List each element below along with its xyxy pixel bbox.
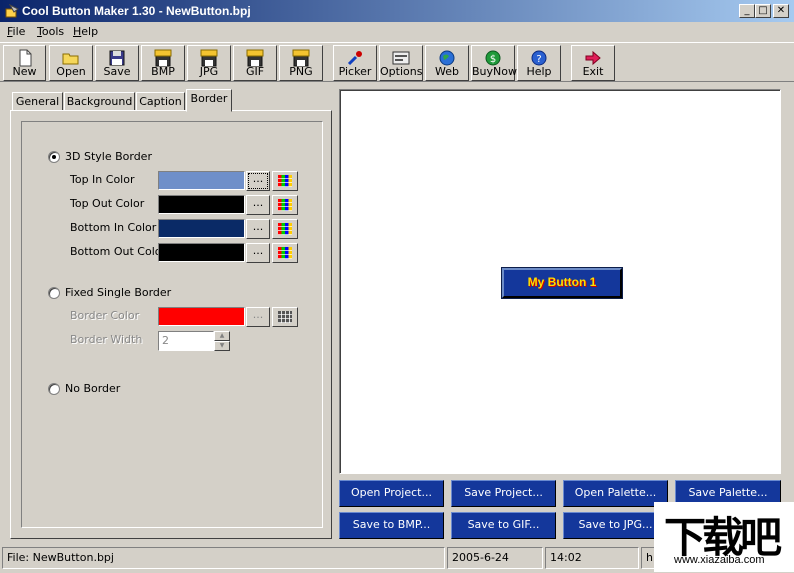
- new-button[interactable]: New: [3, 45, 46, 81]
- border-options-group: 3D Style Border Top In Color ... Top Out…: [21, 121, 323, 528]
- tab-background[interactable]: Background: [64, 92, 135, 112]
- svg-text:?: ?: [536, 54, 541, 65]
- menu-file[interactable]: File: [7, 25, 25, 38]
- label-top-out: Top Out Color: [70, 197, 145, 210]
- open-palette-button[interactable]: Open Palette...: [563, 480, 668, 507]
- bottom-out-browse-button[interactable]: ...: [246, 243, 270, 263]
- stepper-up-icon[interactable]: ▲: [214, 331, 230, 341]
- close-button[interactable]: ✕: [773, 4, 789, 18]
- bottom-in-browse-button[interactable]: ...: [246, 219, 270, 239]
- top-in-palette-button[interactable]: [272, 171, 298, 191]
- border-tab-panel: 3D Style Border Top In Color ... Top Out…: [10, 110, 332, 539]
- gif-button[interactable]: GIF: [233, 45, 277, 81]
- exit-button[interactable]: Exit: [571, 45, 615, 81]
- label-3d-border: 3D Style Border: [65, 150, 152, 163]
- watermark-url: www.xiazaiba.com: [674, 554, 765, 566]
- bottom-in-palette-button[interactable]: [272, 219, 298, 239]
- maximize-button[interactable]: □: [755, 4, 771, 18]
- jpg-button[interactable]: JPG: [187, 45, 231, 81]
- menu-help[interactable]: Help: [73, 25, 98, 38]
- top-out-color-swatch: [158, 195, 245, 214]
- tab-general[interactable]: General: [12, 92, 63, 112]
- radio-no-border[interactable]: [48, 383, 60, 395]
- label-fixed-border: Fixed Single Border: [65, 286, 172, 299]
- border-width-input[interactable]: 2: [158, 331, 214, 351]
- bmp-button[interactable]: BMP: [141, 45, 185, 81]
- save-gif-button[interactable]: Save to GIF...: [451, 512, 556, 539]
- open-button[interactable]: Open: [49, 45, 93, 81]
- label-top-in: Top In Color: [70, 173, 135, 186]
- watermark-logo: 下载吧 www.xiazaiba.com: [654, 502, 794, 572]
- label-bottom-in: Bottom In Color: [70, 221, 157, 234]
- label-border-width: Border Width: [70, 333, 143, 346]
- buynow-button[interactable]: $ BuyNow: [471, 45, 517, 81]
- bottom-out-color-swatch: [158, 243, 245, 262]
- status-time: 14:02: [545, 547, 639, 569]
- top-in-browse-button[interactable]: ...: [246, 171, 270, 191]
- status-file: File: NewButton.bpj: [2, 547, 445, 569]
- top-out-browse-button[interactable]: ...: [246, 195, 270, 215]
- options-button[interactable]: Options: [379, 45, 423, 81]
- help-button[interactable]: ? Help: [517, 45, 561, 81]
- toolbar: New Open Save BMP JPG GIF PNG Picker Opt…: [0, 42, 794, 82]
- stepper-down-icon[interactable]: ▼: [214, 341, 230, 351]
- svg-text:$: $: [490, 54, 496, 65]
- save-project-button[interactable]: Save Project...: [451, 480, 556, 507]
- palette-icon: [278, 175, 292, 187]
- minimize-button[interactable]: _: [739, 4, 755, 18]
- top-in-color-swatch: [158, 171, 245, 190]
- web-button[interactable]: Web: [425, 45, 469, 81]
- tab-border[interactable]: Border: [186, 89, 232, 112]
- label-border-color: Border Color: [70, 309, 140, 322]
- border-color-swatch: [158, 307, 245, 326]
- preview-button[interactable]: My Button 1: [501, 267, 623, 299]
- label-bottom-out: Bottom Out Color: [70, 245, 167, 258]
- menu-bar: File Tools Help: [0, 22, 794, 41]
- border-color-browse-button[interactable]: ...: [246, 307, 270, 327]
- save-bmp-button[interactable]: Save to BMP...: [339, 512, 444, 539]
- app-icon: [5, 3, 19, 18]
- menu-tools[interactable]: Tools: [37, 25, 64, 38]
- radio-3d-border[interactable]: [48, 151, 60, 163]
- bottom-out-palette-button[interactable]: [272, 243, 298, 263]
- palette-icon: [278, 247, 292, 259]
- palette-icon: [278, 311, 292, 323]
- label-no-border: No Border: [65, 382, 121, 395]
- window-title: Cool Button Maker 1.30 - NewButton.bpj: [22, 4, 251, 18]
- picker-button[interactable]: Picker: [333, 45, 377, 81]
- save-button[interactable]: Save: [95, 45, 139, 81]
- palette-icon: [278, 223, 292, 235]
- palette-icon: [278, 199, 292, 211]
- button-preview-area: My Button 1: [339, 89, 781, 474]
- tab-caption[interactable]: Caption: [136, 92, 185, 112]
- title-bar: Cool Button Maker 1.30 - NewButton.bpj _…: [0, 0, 794, 22]
- radio-fixed-border[interactable]: [48, 287, 60, 299]
- png-button[interactable]: PNG: [279, 45, 323, 81]
- border-width-stepper[interactable]: ▲ ▼: [214, 331, 230, 351]
- top-out-palette-button[interactable]: [272, 195, 298, 215]
- bottom-in-color-swatch: [158, 219, 245, 238]
- save-jpg-button[interactable]: Save to JPG...: [563, 512, 668, 539]
- open-project-button[interactable]: Open Project...: [339, 480, 444, 507]
- border-color-palette-button[interactable]: [272, 307, 298, 327]
- status-date: 2005-6-24: [447, 547, 543, 569]
